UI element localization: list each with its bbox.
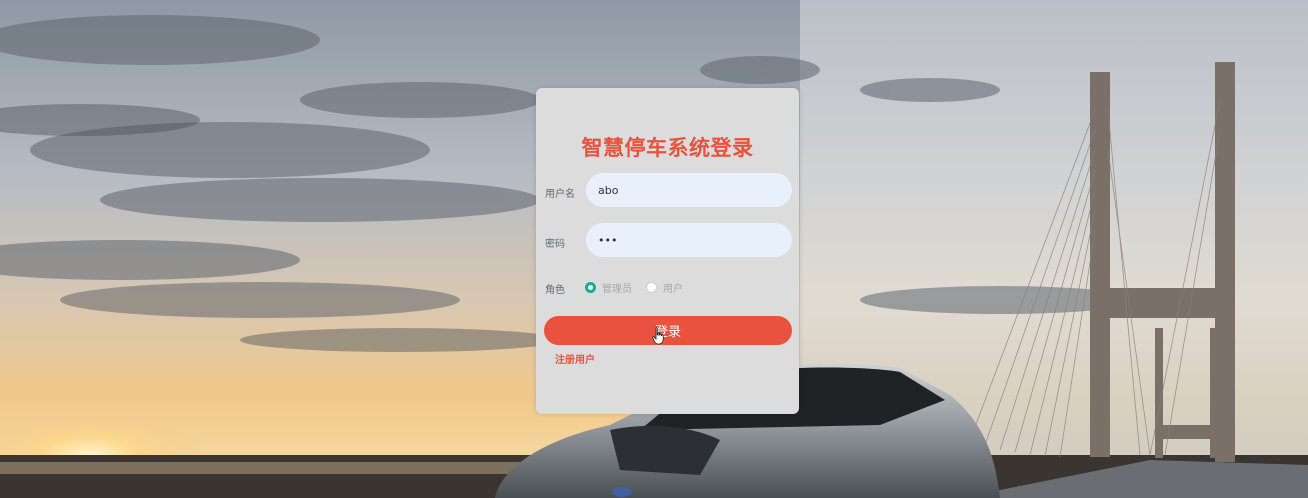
role-option-user[interactable]: 用户 — [646, 280, 683, 295]
login-title: 智慧停车系统登录 — [581, 136, 754, 160]
role-option-admin[interactable]: 管理员 — [585, 280, 632, 295]
radio-unchecked-icon — [646, 281, 657, 293]
register-link[interactable]: 注册用户 — [555, 351, 595, 366]
hand-pointer-icon — [652, 327, 664, 345]
role-radio-group: 管理员 用户 — [585, 280, 697, 295]
username-input[interactable] — [586, 173, 792, 207]
role-label: 角色 — [545, 285, 565, 296]
username-label: 用户名 — [545, 189, 575, 200]
login-card: 智慧停车系统登录 用户名 密码 角色 管理员 用户 登录 注册用户 — [536, 88, 799, 414]
login-button[interactable]: 登录 — [544, 316, 792, 345]
role-option-label: 管理员 — [602, 283, 632, 295]
password-input[interactable] — [586, 223, 792, 257]
role-option-label: 用户 — [663, 283, 683, 295]
radio-checked-icon — [585, 281, 596, 293]
password-label: 密码 — [545, 239, 565, 250]
